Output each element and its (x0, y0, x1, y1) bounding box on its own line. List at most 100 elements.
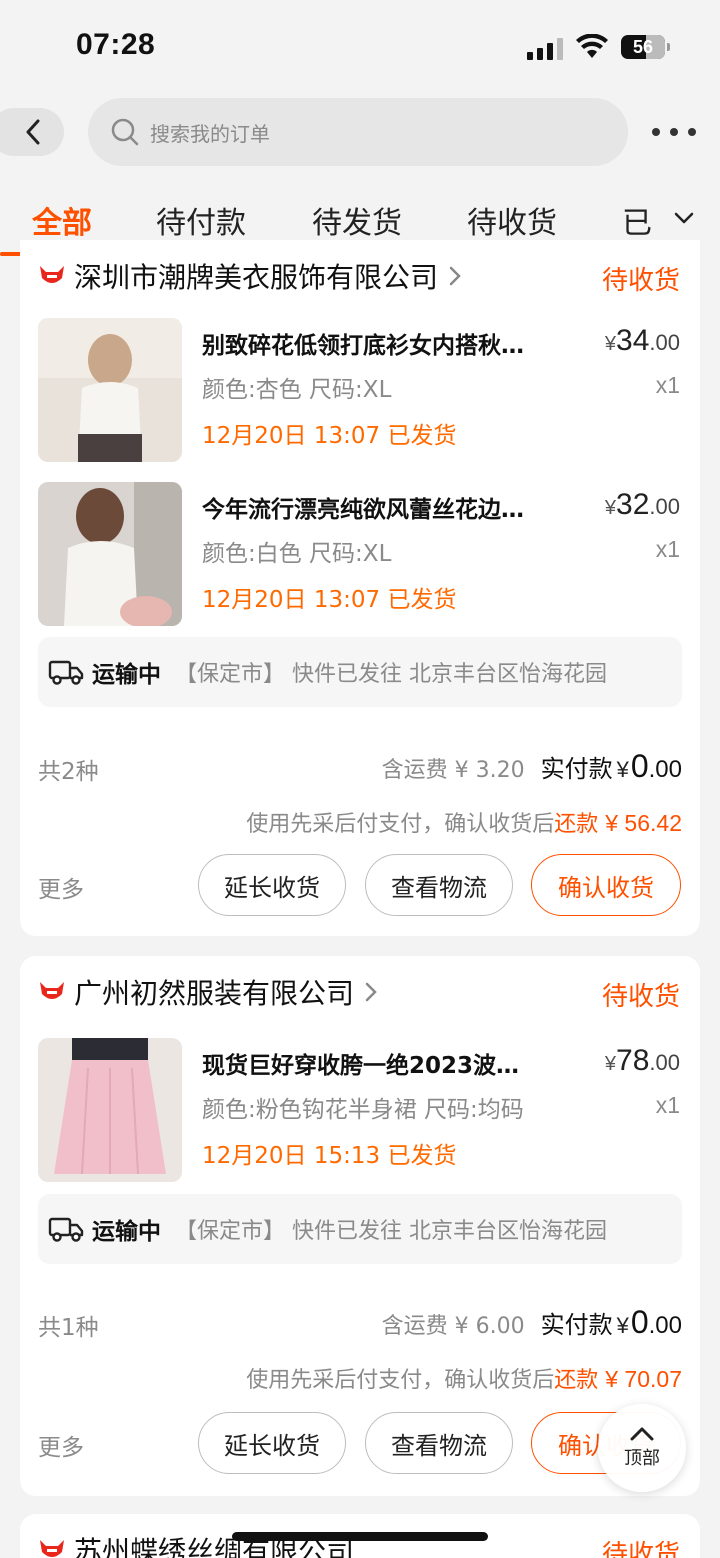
view-logistics-button[interactable]: 查看物流 (365, 1412, 513, 1474)
ship-time: 12月20日 13:07 已发货 (202, 587, 457, 613)
product-image[interactable] (38, 318, 182, 462)
product-price: ¥32.00 (605, 488, 680, 522)
price-decimal: .00 (649, 330, 680, 355)
chevron-up-icon (630, 1427, 654, 1441)
price-integer: 32 (616, 488, 650, 521)
product-price: ¥78.00 (605, 1044, 680, 1078)
order-summary: 共2种 含运费 ¥ 3.20 实付款 ¥ 0 .00 (38, 748, 682, 788)
paid-decimal: .00 (648, 1312, 682, 1339)
paid-currency: ¥ (616, 757, 629, 782)
search-icon (111, 118, 139, 146)
product-qty: x1 (655, 1092, 680, 1118)
confirm-receipt-button[interactable]: 确认收货 (531, 854, 681, 916)
logistics-summary[interactable]: 运输中 【保定市】 快件已发往 北京丰台区怡海花园 (38, 1194, 682, 1264)
repayment-note: 使用先采后付支付，确认收货后还款 ¥ 70.07 (38, 1362, 682, 1394)
wifi-icon (576, 34, 608, 58)
order-status: 待收货 (601, 1540, 680, 1558)
order-card: 深圳市潮牌美衣服饰有限公司 待收货 别致碎花低领打底衫女内搭秋… 颜色:杏色 尺… (20, 240, 700, 936)
search-input[interactable]: 搜索我的订单 (88, 98, 628, 166)
order-item[interactable]: 现货巨好穿收胯一绝2023波… 颜色:粉色钩花半身裙 尺码:均码 12月20日 … (20, 1038, 700, 1188)
more-actions-link[interactable]: 更多 (38, 1428, 84, 1462)
logistics-status: 运输中 (92, 662, 161, 688)
shipping-fee: 含运费 ¥ 6.00 (381, 1314, 525, 1339)
tab-completed[interactable]: 已 (622, 198, 652, 242)
price-integer: 34 (616, 324, 650, 357)
repay-prefix: 使用先采后付支付，确认收货后 (246, 812, 555, 837)
status-bar: 07:28 56 (0, 0, 720, 92)
logistics-detail: 【保定市】 快件已发往 北京丰台区怡海花园 (175, 662, 607, 687)
back-button[interactable] (0, 108, 64, 156)
item-count: 共1种 (38, 1315, 99, 1341)
paid-integer: 0 (630, 748, 649, 784)
order-actions: 更多 延长收货 查看物流 确认收货 (38, 854, 682, 916)
repayment-note: 使用先采后付支付，确认收货后还款 ¥ 56.42 (38, 806, 682, 838)
battery-icon: 56 (621, 35, 670, 59)
truck-icon (48, 660, 84, 685)
tab-pending-shipment[interactable]: 待发货 (312, 198, 402, 242)
order-item[interactable]: 今年流行漂亮纯欲风蕾丝花边… 颜色:白色 尺码:XL 12月20日 13:07 … (20, 482, 700, 632)
price-integer: 78 (616, 1044, 650, 1077)
chevron-down-icon[interactable] (672, 208, 696, 228)
view-logistics-button[interactable]: 查看物流 (365, 854, 513, 916)
paid-currency: ¥ (616, 1313, 629, 1338)
status-time: 07:28 (76, 28, 156, 61)
back-to-top-label: 顶部 (624, 1448, 660, 1469)
product-title: 别致碎花低领打底衫女内搭秋… (202, 333, 524, 359)
paid-label: 实付款 (540, 755, 613, 783)
product-qty: x1 (655, 536, 680, 562)
tmall-cat-icon (40, 266, 64, 283)
order-status: 待收货 (601, 266, 680, 296)
product-sku: 颜色:粉色钩花半身裙 尺码:均码 (202, 1097, 524, 1123)
search-placeholder: 搜索我的订单 (150, 121, 270, 146)
shop-name: 深圳市潮牌美衣服饰有限公司 (74, 261, 439, 294)
price-decimal: .00 (649, 494, 680, 519)
repay-label: 还款 (554, 1368, 599, 1393)
paid-decimal: .00 (648, 756, 682, 783)
price-currency: ¥ (604, 497, 617, 519)
shop-name: 广州初然服装有限公司 (74, 977, 355, 1010)
tab-all[interactable]: 全部 (32, 198, 92, 242)
chevron-right-icon (365, 982, 377, 1002)
shop-header[interactable]: 深圳市潮牌美衣服饰有限公司 (38, 256, 462, 296)
order-summary: 共1种 含运费 ¥ 6.00 实付款 ¥ 0 .00 (38, 1304, 682, 1344)
product-title: 现货巨好穿收胯一绝2023波… (202, 1053, 520, 1079)
repay-amount: ¥ 70.07 (605, 1366, 682, 1392)
extend-receipt-button[interactable]: 延长收货 (198, 854, 346, 916)
ship-time: 12月20日 13:07 已发货 (202, 423, 457, 449)
tmall-cat-icon (40, 982, 64, 999)
repay-amount: ¥ 56.42 (605, 810, 682, 836)
battery-percent: 56 (632, 37, 654, 57)
product-image[interactable] (38, 482, 182, 626)
shipping-fee: 含运费 ¥ 3.20 (381, 758, 525, 783)
price-currency: ¥ (604, 1053, 617, 1075)
tmall-cat-icon (40, 1540, 64, 1557)
tab-pending-payment[interactable]: 待付款 (156, 198, 246, 242)
price-currency: ¥ (604, 333, 617, 355)
home-indicator (232, 1532, 488, 1541)
chevron-right-icon (449, 266, 461, 286)
order-actions: 更多 延长收货 查看物流 确认收货 (38, 1412, 682, 1474)
back-arrow-icon (26, 119, 40, 145)
ship-time: 12月20日 15:13 已发货 (202, 1143, 457, 1169)
item-count: 共2种 (38, 759, 99, 785)
price-decimal: .00 (649, 1050, 680, 1075)
product-qty: x1 (655, 372, 680, 398)
tab-pending-receipt[interactable]: 待收货 (467, 198, 557, 242)
order-status: 待收货 (601, 982, 680, 1012)
repay-label: 还款 (554, 812, 599, 837)
product-image[interactable] (38, 1038, 182, 1182)
repay-prefix: 使用先采后付支付，确认收货后 (246, 1368, 555, 1393)
product-price: ¥34.00 (605, 324, 680, 358)
paid-label: 实付款 (540, 1311, 613, 1339)
extend-receipt-button[interactable]: 延长收货 (198, 1412, 346, 1474)
paid-integer: 0 (630, 1304, 649, 1340)
more-actions-link[interactable]: 更多 (38, 870, 84, 904)
product-sku: 颜色:杏色 尺码:XL (202, 377, 392, 403)
product-sku: 颜色:白色 尺码:XL (202, 541, 392, 567)
order-item[interactable]: 别致碎花低领打底衫女内搭秋… 颜色:杏色 尺码:XL 12月20日 13:07 … (20, 318, 700, 468)
more-dots-icon[interactable] (652, 120, 696, 144)
shop-header[interactable]: 广州初然服装有限公司 (38, 972, 378, 1012)
logistics-summary[interactable]: 运输中 【保定市】 快件已发往 北京丰台区怡海花园 (38, 637, 682, 707)
back-to-top-button[interactable]: 顶部 (598, 1404, 686, 1492)
order-card: 广州初然服装有限公司 待收货 现货巨好穿收胯一绝2023波… 颜色:粉色钩花半身… (20, 956, 700, 1496)
